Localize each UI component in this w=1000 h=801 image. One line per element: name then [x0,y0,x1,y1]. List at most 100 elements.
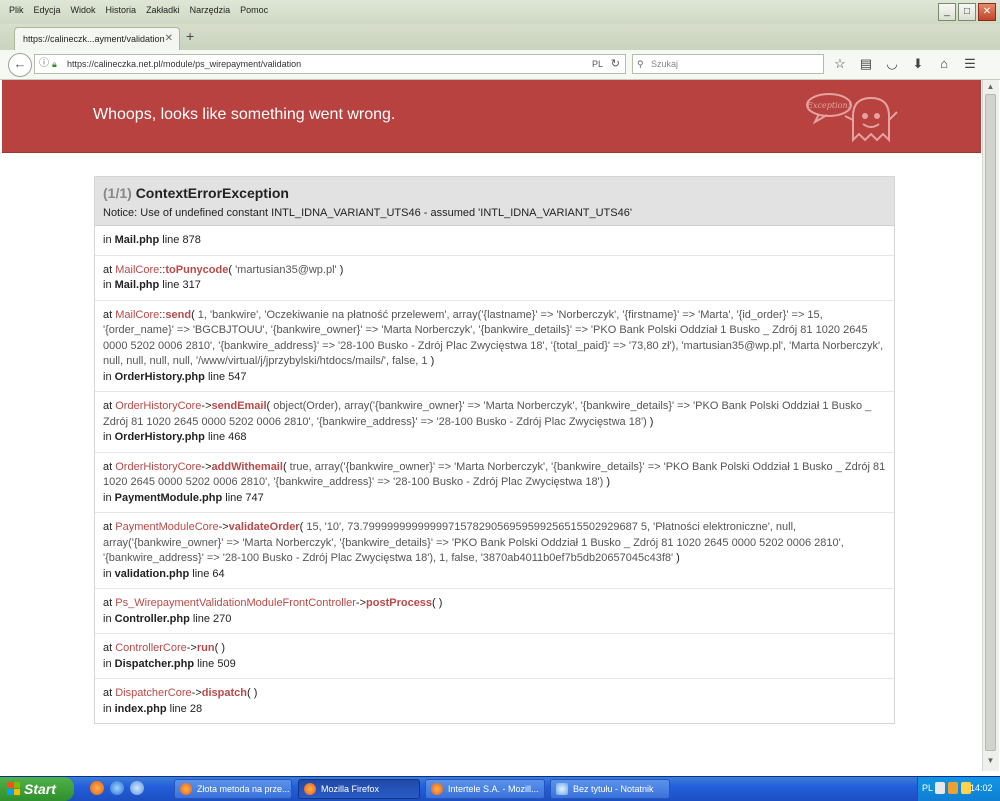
start-label: Start [24,781,56,797]
trace-file: Mail.php [114,234,160,246]
trace-line: line 270 [192,612,232,625]
url-text[interactable]: https://calineczka.net.pl/module/ps_wire… [67,55,301,73]
trace-file: index.php [114,702,167,715]
title-bar: Plik Edycja Widok Historia Zakładki Narz… [0,0,1000,25]
vertical-scrollbar[interactable]: ▲ ▼ [982,80,999,771]
tab-strip: https://calineczk...ayment/validation ✕ … [0,24,1000,51]
bookmark-star-icon[interactable]: ☆ [832,55,848,73]
menu-edycja[interactable]: Edycja [29,5,66,15]
language-indicator[interactable]: PL [922,783,933,793]
tab-title: https://calineczk...ayment/validation [23,34,165,44]
trace-call: at OrderHistoryCore->sendEmail( object(O… [103,400,872,428]
menu-zakladki[interactable]: Zakładki [141,5,185,15]
trace-line: line 64 [192,567,225,580]
stack-trace: in Mail.php line 878 at MailCore::toPunyc… [95,226,894,723]
trace-line: line 547 [207,370,247,383]
trace-item: at OrderHistoryCore->sendEmail( object(O… [95,391,894,452]
exception-box: (1/1) ContextErrorException Notice: Use … [94,176,895,724]
home-icon[interactable]: ⌂ [936,55,952,73]
search-bar[interactable]: ⚲ Szukaj [632,54,824,74]
browser-icon[interactable] [110,781,124,795]
trace-line: line 878 [162,234,201,246]
trace-class[interactable]: PaymentModuleCore [115,521,218,533]
scroll-up-icon[interactable]: ▲ [985,82,996,93]
tab-close-icon[interactable]: ✕ [165,28,173,50]
trace-item: at PaymentModuleCore->validateOrder( 15,… [95,512,894,588]
hamburger-menu-icon[interactable]: ☰ [962,55,978,73]
trace-class[interactable]: DispatcherCore [115,687,191,699]
trace-file: OrderHistory.php [114,370,205,383]
trace-separator: -> [191,687,202,699]
trace-function: validateOrder [228,521,300,533]
trace-item: at MailCore::send( 1, 'bankwire', 'Oczek… [95,299,894,392]
new-tab-icon[interactable]: + [186,28,194,44]
scroll-down-icon[interactable]: ▼ [985,756,996,767]
firefox-icon[interactable] [90,781,104,795]
task-button-1[interactable]: Mozilla Firefox [298,779,420,799]
firefox-icon [180,783,192,795]
menu-narzedzia[interactable]: Narzędzia [185,5,236,15]
network-icon[interactable] [935,782,945,794]
info-icon[interactable]: ⓘ [39,55,49,73]
warning-icon[interactable] [948,782,958,794]
trace-call: at OrderHistoryCore->addWithemail( true,… [103,460,886,489]
ghost-exception-logo: Exception! [806,93,898,143]
reload-icon[interactable]: ↻ [611,55,620,73]
download-icon[interactable]: ⬇ [910,55,926,73]
trace-class[interactable]: Ps_WirepaymentValidationModuleFrontContr… [115,597,356,609]
trace-item: at Ps_WirepaymentValidationModuleFrontCo… [95,588,894,633]
pocket-icon[interactable]: ◡ [884,55,900,73]
start-button[interactable]: Start [0,777,74,801]
url-bar[interactable]: ⓘ 🔒︎ https://calineczka.net.pl/module/ps… [34,54,626,74]
windows-flag-icon [6,781,21,796]
trace-separator: -> [218,521,229,533]
trace-location: in Controller.php line 270 [103,612,232,625]
taskbar: Start Złota metoda na prze... Mozilla Fi… [0,776,1000,801]
menu-historia[interactable]: Historia [101,5,142,15]
trace-class[interactable]: MailCore [115,264,159,276]
trace-function: addWithemail [211,460,283,473]
search-placeholder: Szukaj [651,59,679,69]
trace-call: at ControllerCore->run( ) [103,642,225,654]
trace-args: 'martusian35@wp.pl' [235,263,337,276]
search-icon: ⚲ [637,59,644,69]
tray-icons [935,782,971,794]
menu-pomoc[interactable]: Pomoc [235,5,273,15]
trace-function: postProcess [366,597,433,609]
browser-tab[interactable]: https://calineczk...ayment/validation ✕ [14,27,180,50]
trace-call: at MailCore::send( 1, 'bankwire', 'Oczek… [103,308,884,368]
trace-class[interactable]: ControllerCore [115,642,187,654]
desktop-icon[interactable] [130,781,144,795]
logo-text: Exception! [806,101,851,110]
trace-function: send [165,308,192,321]
exception-name: ContextErrorException [135,185,289,201]
menu-plik[interactable]: Plik [4,5,29,15]
maximize-button[interactable]: □ [958,3,976,21]
close-window-button[interactable]: ✕ [978,3,996,21]
trace-line: line 468 [207,431,247,443]
trace-class[interactable]: OrderHistoryCore [115,400,201,412]
trace-class[interactable]: MailCore [115,309,159,321]
exception-count: (1/1) [103,185,132,201]
firefox-icon [304,783,316,795]
trace-separator: -> [201,460,212,473]
trace-item: at OrderHistoryCore->addWithemail( true,… [95,451,894,513]
scroll-thumb[interactable] [985,94,996,751]
trace-location: in Dispatcher.php line 509 [103,657,236,670]
trace-file: validation.php [114,567,190,580]
url-lang-indicator: PL [591,59,603,69]
trace-call: at DispatcherCore->dispatch( ) [103,687,258,699]
trace-class[interactable]: OrderHistoryCore [115,461,201,473]
trace-location: in index.php line 28 [103,702,203,715]
menu-widok[interactable]: Widok [66,5,101,15]
task-button-0[interactable]: Złota metoda na prze... [174,779,292,799]
task-button-3[interactable]: Bez tytułu - Notatnik [550,779,670,799]
page-viewport: Whoops, looks like something went wrong.… [2,80,981,771]
trace-item: in Mail.php line 878 [95,226,894,255]
back-button[interactable]: ← [8,53,32,77]
minimize-button[interactable]: _ [938,3,956,21]
trace-line: line 317 [162,279,201,291]
task-button-2[interactable]: Intertele S.A. - Mozill... [425,779,545,799]
reading-list-icon[interactable]: ▤ [858,55,874,73]
notepad-icon [556,783,568,795]
